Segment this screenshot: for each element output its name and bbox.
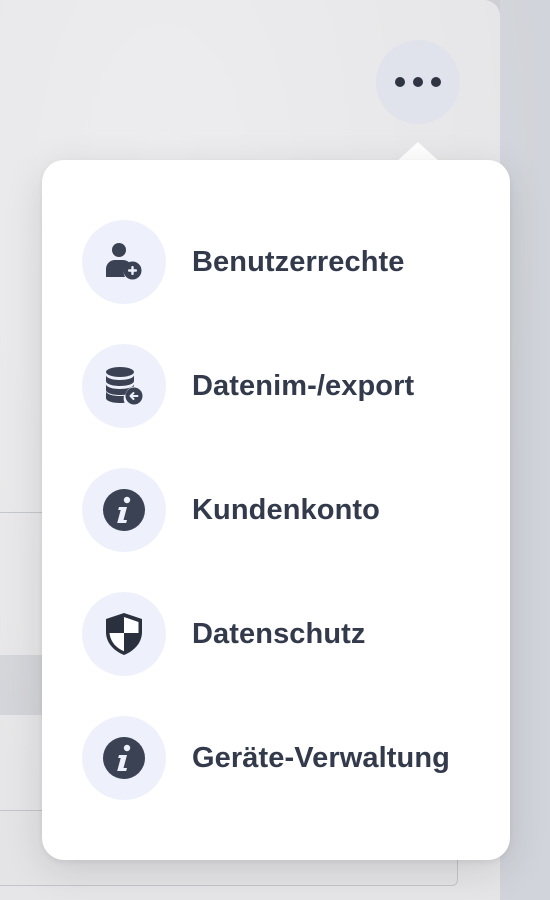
more-options-menu: Benutzerrechte Datenim-/export Kundenkon… [42,160,510,860]
info-icon [82,468,166,552]
menu-item-label: Benutzerrechte [192,245,405,278]
menu-item-label: Datenschutz [192,617,366,650]
database-import-icon [82,344,166,428]
background-divider [0,512,42,513]
popover-arrow [396,142,440,162]
ellipsis-icon [413,77,423,87]
ellipsis-icon [395,77,405,87]
menu-item-datenimport-export[interactable]: Datenim-/export [82,344,482,428]
menu-item-geraete-verwaltung[interactable]: Geräte-Verwaltung [82,716,482,800]
menu-item-label: Geräte-Verwaltung [192,741,450,774]
menu-item-datenschutz[interactable]: Datenschutz [82,592,482,676]
info-icon [82,716,166,800]
shield-icon [82,592,166,676]
more-options-button[interactable] [376,40,460,124]
menu-item-benutzerrechte[interactable]: Benutzerrechte [82,220,482,304]
menu-item-label: Kundenkonto [192,493,380,526]
user-plus-icon [82,220,166,304]
ellipsis-icon [431,77,441,87]
menu-item-kundenkonto[interactable]: Kundenkonto [82,468,482,552]
menu-item-label: Datenim-/export [192,369,415,402]
